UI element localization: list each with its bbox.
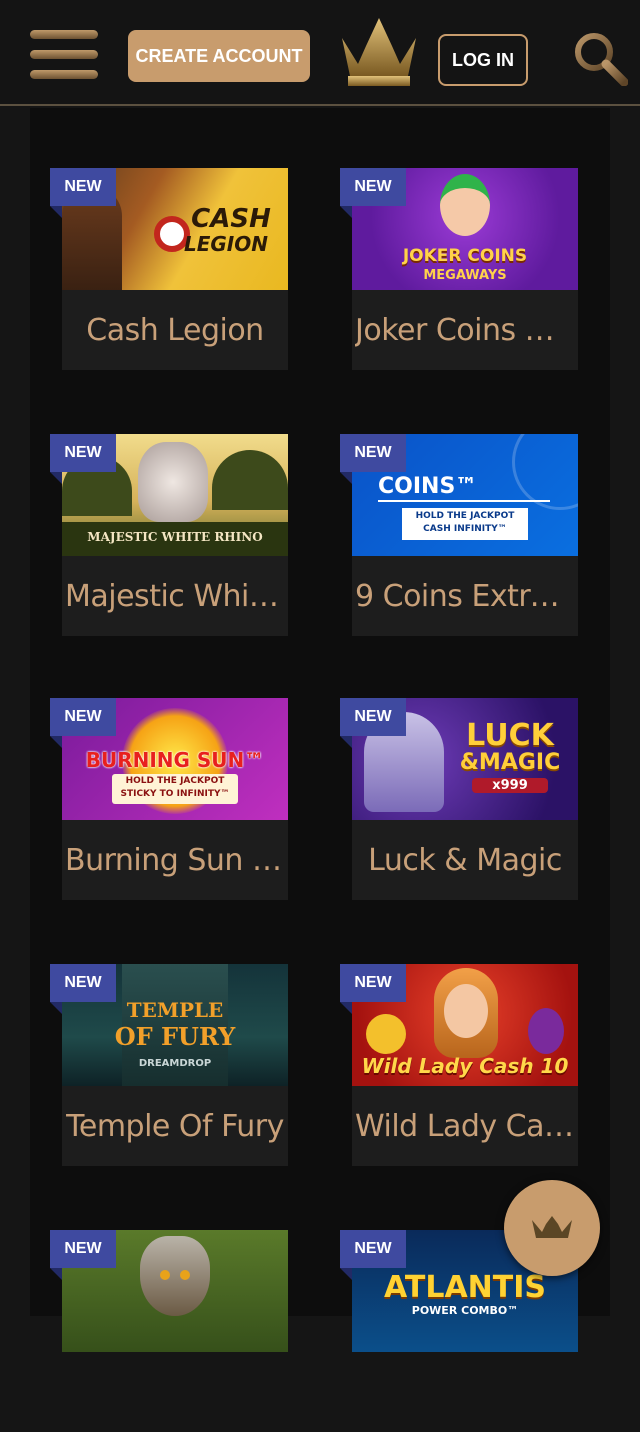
game-art-subtitle: &MAGIC <box>459 750 561 775</box>
game-title-box: Luck & Magic <box>352 820 578 900</box>
new-badge: NEW <box>50 964 116 1014</box>
game-title-box: Wild Lady Cash 10 <box>352 1086 578 1166</box>
game-art-title: MAJESTIC WHITE RHINO <box>87 530 263 544</box>
game-art-caption: STICKY TO INFINITY™ <box>120 789 230 799</box>
game-title-box: Cash Legion <box>62 290 288 370</box>
game-card-cash-legion[interactable]: CASH LEGION NEW Cash Legion <box>50 168 288 370</box>
game-card-9-coins-extreme[interactable]: COINS™ HOLD THE JACKPOT CASH INFINITY™ N… <box>340 434 578 636</box>
new-badge: NEW <box>50 168 116 218</box>
game-art-subtitle: POWER COMBO™ <box>411 1304 519 1317</box>
log-in-button[interactable]: LOG IN <box>438 34 528 86</box>
game-card-majestic-white-rhino[interactable]: MAJESTIC WHITE RHINO NEW Majestic White … <box>50 434 288 636</box>
game-art-title: COINS™ <box>378 474 478 499</box>
new-badge: NEW <box>50 434 116 484</box>
game-art-title: Wild Lady Cash 10 <box>361 1054 569 1078</box>
game-title: Joker Coins Megaways <box>355 312 575 348</box>
game-title-box: Burning Sun Extreme <box>62 820 288 900</box>
game-title: Majestic White Rhino <box>65 578 285 614</box>
hamburger-menu-icon[interactable] <box>30 30 98 80</box>
game-title: Burning Sun Extreme <box>65 842 285 878</box>
new-badge: NEW <box>340 434 406 484</box>
game-art-subtitle: OF FURY <box>114 1022 236 1051</box>
game-title: Luck & Magic <box>368 842 562 878</box>
game-art-title: CASH <box>191 204 271 234</box>
new-badge: NEW <box>50 698 116 748</box>
crown-logo-icon[interactable] <box>338 16 420 88</box>
game-art-subtitle: HOLD THE JACKPOT <box>125 776 225 786</box>
game-art-caption: DREAMDROP <box>138 1058 212 1069</box>
game-art-subtitle: MEGAWAYS <box>423 268 507 283</box>
game-title-box: Temple Of Fury <box>62 1086 288 1166</box>
new-badge: NEW <box>340 1230 406 1280</box>
game-art-title: LUCK <box>466 718 554 753</box>
new-badge: NEW <box>340 168 406 218</box>
crown-icon <box>532 1216 572 1238</box>
game-card-wild-lady-cash-10[interactable]: Wild Lady Cash 10 NEW Wild Lady Cash 10 <box>340 964 578 1166</box>
game-art-title: BURNING SUN™ <box>85 748 265 772</box>
game-art-title: JOKER COINS <box>402 246 528 266</box>
new-badge: NEW <box>340 698 406 748</box>
top-header: CREATE ACCOUNT LOG IN <box>0 0 640 106</box>
game-art-subtitle: LEGION <box>183 232 268 256</box>
new-badge: NEW <box>50 1230 116 1280</box>
game-card-temple-of-fury[interactable]: TEMPLE OF FURY DREAMDROP NEW Temple Of F… <box>50 964 288 1166</box>
games-panel: CASH LEGION NEW Cash Legion JOKER COINS … <box>30 108 610 1352</box>
create-account-button[interactable]: CREATE ACCOUNT <box>128 30 310 82</box>
game-title: 9 Coins Extreme <box>355 578 575 614</box>
game-title-box: Majestic White Rhino <box>62 556 288 636</box>
game-art-caption: CASH INFINITY™ <box>423 524 507 534</box>
game-title: Temple Of Fury <box>66 1108 284 1144</box>
magnifier-search-icon[interactable] <box>572 30 629 87</box>
game-art-subtitle: HOLD THE JACKPOT <box>415 511 515 521</box>
game-card-burning-sun-extreme[interactable]: BURNING SUN™ HOLD THE JACKPOT STICKY TO … <box>50 698 288 900</box>
game-card-wolf[interactable]: NEW <box>50 1230 288 1432</box>
game-title-box: Joker Coins Megaways <box>352 290 578 370</box>
game-card-joker-coins[interactable]: JOKER COINS MEGAWAYS NEW Joker Coins Meg… <box>340 168 578 370</box>
game-title: Wild Lady Cash 10 <box>355 1108 575 1144</box>
game-art-caption: x999 <box>472 778 548 793</box>
game-title: Cash Legion <box>86 312 264 348</box>
game-card-luck-and-magic[interactable]: LUCK &MAGIC x999 NEW Luck & Magic <box>340 698 578 900</box>
floating-crown-button[interactable] <box>504 1180 600 1276</box>
new-badge: NEW <box>340 964 406 1014</box>
game-title-box: 9 Coins Extreme <box>352 556 578 636</box>
